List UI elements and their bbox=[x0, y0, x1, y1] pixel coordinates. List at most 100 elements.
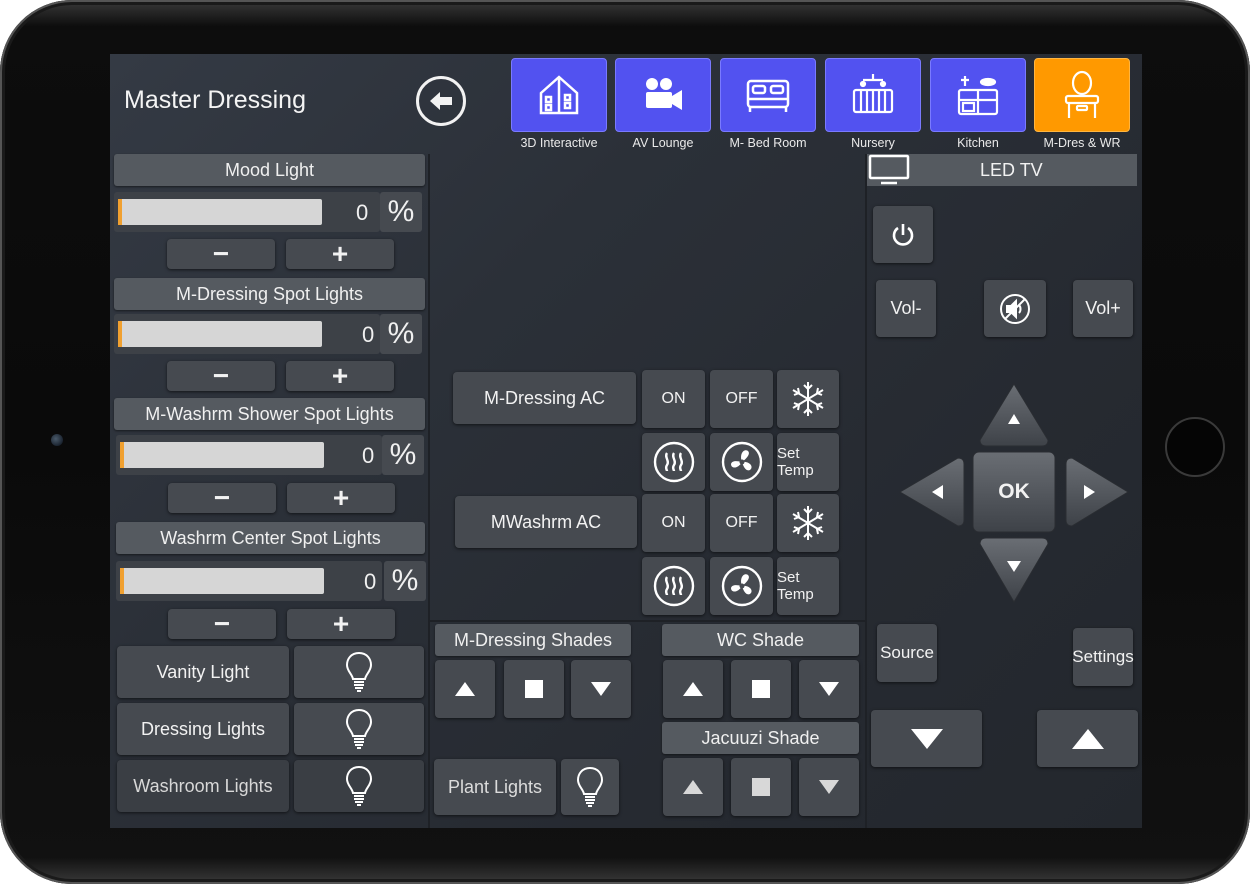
tv-power-button[interactable] bbox=[873, 206, 933, 263]
shade-stop-button[interactable] bbox=[504, 660, 564, 718]
shade-stop-button[interactable] bbox=[731, 758, 791, 816]
vanity-light-toggle[interactable] bbox=[294, 646, 424, 698]
minus-label: − bbox=[212, 238, 230, 269]
dimmer-decrease-button[interactable]: − bbox=[167, 239, 275, 269]
source-label: Source bbox=[880, 643, 934, 662]
percent-label: % bbox=[384, 561, 426, 601]
tv-channel-up-button[interactable] bbox=[1037, 710, 1138, 767]
room-tile-av-lounge[interactable] bbox=[615, 58, 711, 132]
ok-label: OK bbox=[998, 480, 1030, 503]
slider-track[interactable] bbox=[120, 568, 324, 594]
plant-lights-label-button[interactable]: Plant Lights bbox=[434, 759, 556, 815]
ac-heat-mode-button[interactable] bbox=[642, 557, 705, 615]
room-tile-m-dres-wr[interactable] bbox=[1034, 58, 1130, 132]
settings-label: Settings bbox=[1072, 647, 1134, 666]
m-dressing-shades-header: M-Dressing Shades bbox=[435, 624, 631, 656]
shade-down-button[interactable] bbox=[799, 660, 859, 718]
slider-track[interactable] bbox=[120, 442, 324, 468]
dimmer-slider-m-dressing-spot[interactable]: 0 bbox=[114, 314, 380, 354]
tv-settings-button[interactable]: Settings bbox=[1072, 628, 1134, 686]
dimmer-decrease-button[interactable]: − bbox=[167, 361, 275, 391]
square-stop-icon bbox=[752, 778, 770, 796]
washroom-lights-label-button[interactable]: Washroom Lights bbox=[117, 760, 289, 812]
switch-label: Vanity Light bbox=[156, 661, 250, 682]
triangle-up-icon bbox=[683, 780, 703, 794]
tv-channel-down-button[interactable] bbox=[871, 710, 982, 767]
ac-set-temp-button[interactable]: Set Temp bbox=[777, 433, 839, 491]
vanity-light-label-button[interactable]: Vanity Light bbox=[117, 646, 289, 698]
shade-down-button[interactable] bbox=[799, 758, 859, 816]
ac-off-label: OFF bbox=[725, 514, 758, 531]
dimmer-increase-button[interactable]: + bbox=[287, 609, 395, 639]
room-label: M- Bed Room bbox=[729, 136, 807, 150]
room-tile-kitchen[interactable] bbox=[930, 58, 1026, 132]
slider-track[interactable] bbox=[118, 321, 322, 347]
tv-icon bbox=[868, 154, 910, 185]
tv-mute-button[interactable] bbox=[984, 280, 1046, 337]
dimmer-header-m-dressing-spot: M-Dressing Spot Lights bbox=[114, 278, 425, 310]
video-camera-icon bbox=[646, 78, 682, 110]
led-tv-title: LED TV bbox=[980, 160, 1043, 180]
dimmer-header-m-washrm-shower: M-Washrm Shower Spot Lights bbox=[114, 398, 425, 430]
ac-fan-mode-button[interactable] bbox=[710, 557, 773, 615]
shade-down-button[interactable] bbox=[571, 660, 631, 718]
dressing-lights-label-button[interactable]: Dressing Lights bbox=[117, 703, 289, 755]
ac-cool-mode-button[interactable] bbox=[777, 370, 839, 428]
ac-off-button[interactable]: OFF bbox=[710, 370, 773, 428]
tv-volume-down-button[interactable]: Vol- bbox=[876, 280, 936, 337]
bed-icon bbox=[746, 79, 790, 112]
back-button[interactable] bbox=[416, 76, 466, 126]
tv-volume-up-button[interactable]: Vol+ bbox=[1073, 280, 1133, 337]
shade-up-button[interactable] bbox=[435, 660, 495, 718]
mwashrm-ac-label[interactable]: MWashrm AC bbox=[455, 496, 637, 548]
slider-track[interactable] bbox=[118, 199, 322, 225]
ac-cool-mode-button[interactable] bbox=[777, 494, 839, 552]
snowflake-icon bbox=[792, 382, 824, 416]
dimmer-header-mood-light: Mood Light bbox=[114, 154, 425, 186]
plant-lights-label: Plant Lights bbox=[447, 776, 543, 797]
minus-label: − bbox=[213, 608, 231, 639]
vol-up-label: Vol+ bbox=[1085, 298, 1121, 318]
dimmer-decrease-button[interactable]: − bbox=[168, 609, 276, 639]
dpad-right-button[interactable] bbox=[1065, 457, 1129, 527]
ac-fan-mode-button[interactable] bbox=[710, 433, 773, 491]
home-button[interactable] bbox=[1165, 417, 1225, 477]
dimmer-increase-button[interactable]: + bbox=[286, 361, 394, 391]
tv-source-button[interactable]: Source bbox=[877, 624, 937, 682]
square-stop-icon bbox=[752, 680, 770, 698]
room-tile-3d-interactive[interactable] bbox=[511, 58, 607, 132]
slider-handle[interactable] bbox=[118, 321, 122, 347]
ac-off-button[interactable]: OFF bbox=[710, 494, 773, 552]
dimmer-slider-washrm-center-spot[interactable]: 0 bbox=[116, 561, 382, 601]
dimmer-decrease-button[interactable]: − bbox=[168, 483, 276, 513]
ac-on-label: ON bbox=[661, 390, 686, 407]
dimmer-increase-button[interactable]: + bbox=[286, 239, 394, 269]
room-tile-m-bed-room[interactable] bbox=[720, 58, 816, 132]
percent-label: % bbox=[380, 192, 422, 232]
dimmer-slider-m-washrm-shower[interactable]: 0 bbox=[116, 435, 382, 475]
plant-lights-toggle[interactable] bbox=[561, 759, 619, 815]
dimmer-slider-mood-light[interactable]: 0 bbox=[114, 192, 380, 232]
washroom-lights-toggle[interactable] bbox=[294, 760, 424, 812]
jacuuzi-shade-header: Jacuuzi Shade bbox=[662, 722, 859, 754]
ac-on-button[interactable]: ON bbox=[642, 494, 705, 552]
set-temp-label: Set Temp bbox=[777, 569, 814, 603]
shade-stop-button[interactable] bbox=[731, 660, 791, 718]
room-tile-nursery[interactable] bbox=[825, 58, 921, 132]
square-stop-icon bbox=[525, 680, 543, 698]
ac-heat-mode-button[interactable] bbox=[642, 433, 705, 491]
dressing-lights-toggle[interactable] bbox=[294, 703, 424, 755]
ac-set-temp-button[interactable]: Set Temp bbox=[777, 557, 839, 615]
light-bulb-icon bbox=[345, 708, 373, 749]
fan-icon bbox=[721, 565, 762, 607]
m-dressing-ac-label[interactable]: M-Dressing AC bbox=[453, 372, 636, 424]
shade-up-button[interactable] bbox=[663, 660, 723, 718]
slider-handle[interactable] bbox=[118, 199, 122, 225]
slider-handle[interactable] bbox=[120, 442, 124, 468]
slider-handle[interactable] bbox=[120, 568, 124, 594]
dimmer-increase-button[interactable]: + bbox=[287, 483, 395, 513]
dimmer-value: 0 bbox=[362, 443, 375, 468]
shade-up-button[interactable] bbox=[663, 758, 723, 816]
ac-on-button[interactable]: ON bbox=[642, 370, 705, 428]
triangle-down-icon bbox=[819, 682, 839, 696]
